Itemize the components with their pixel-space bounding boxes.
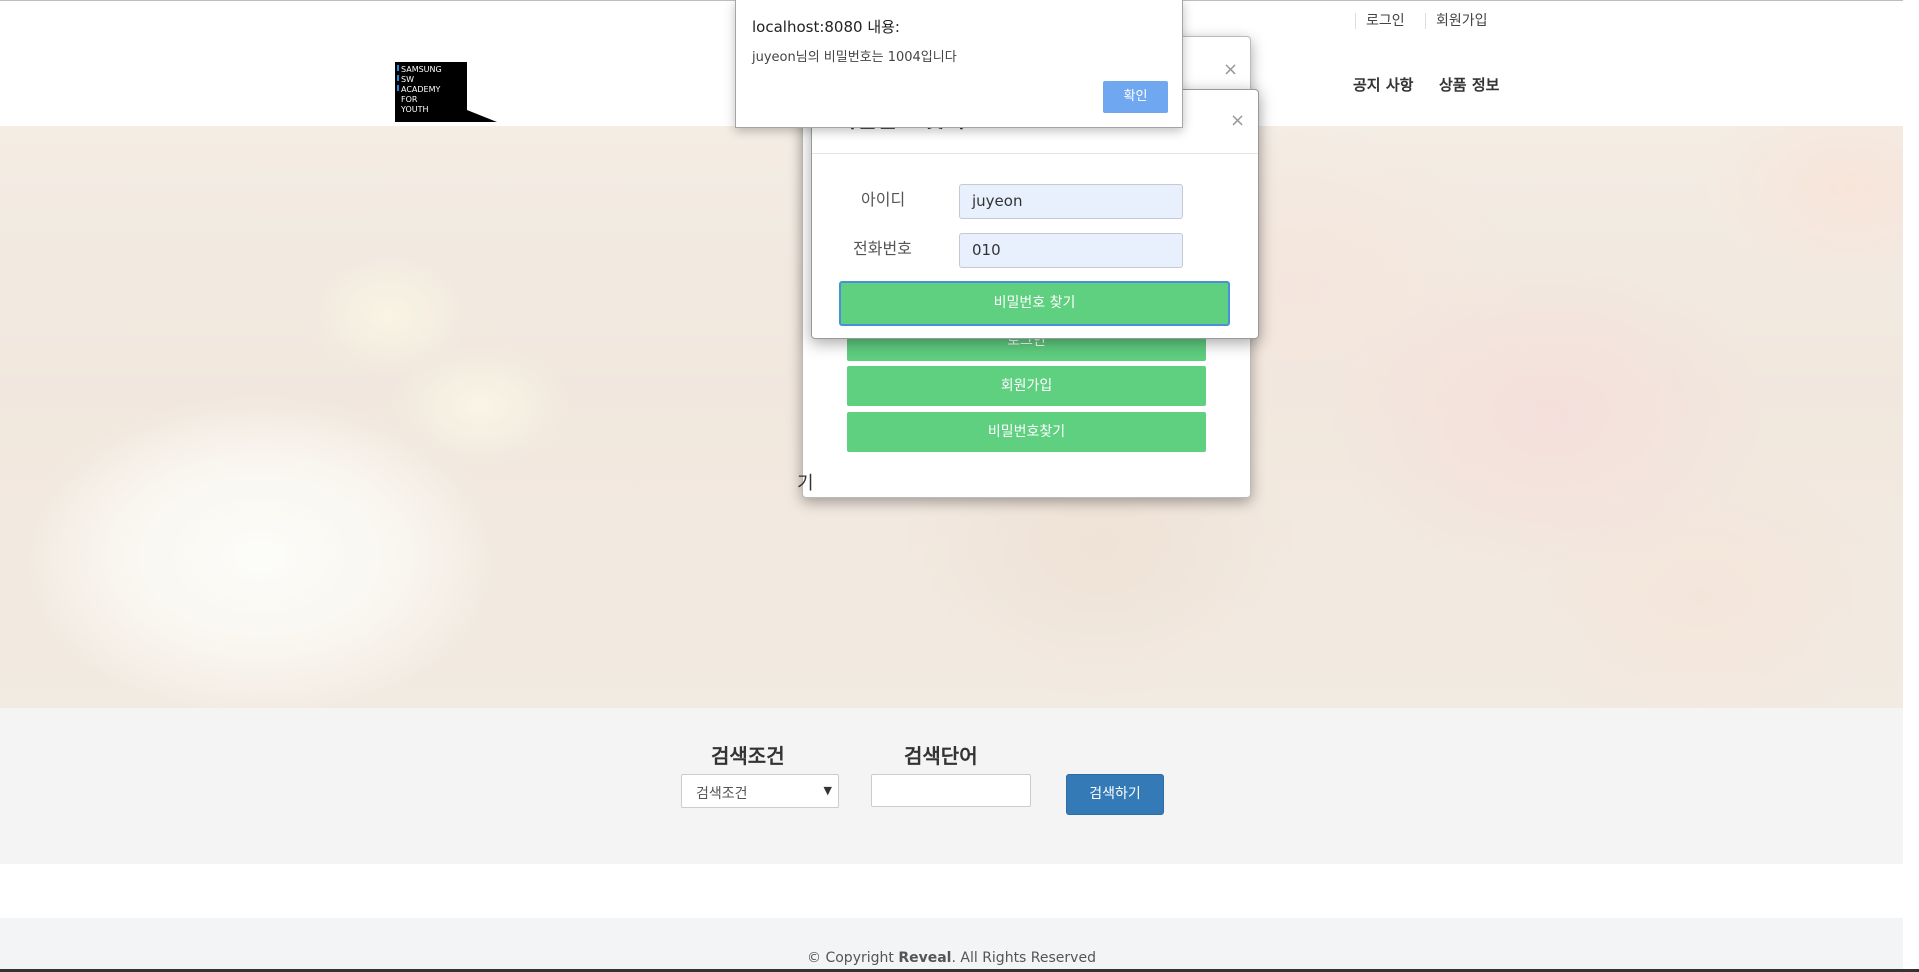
search-keyword-input[interactable] [871, 774, 1031, 807]
signup-link[interactable]: 회원가입 [1425, 13, 1488, 29]
find-password-close-icon[interactable]: × [1230, 110, 1245, 131]
login-modal-close-icon[interactable]: × [1223, 59, 1238, 80]
login-link[interactable]: 로그인 [1355, 13, 1405, 29]
search-keyword-label: 검색단어 [904, 744, 978, 768]
find-password-open-button[interactable]: 비밀번호찾기 [847, 412, 1206, 452]
samsung-academy-logo[interactable]: SAMSUNG SW ACADEMY FOR YOUTH [395, 62, 497, 122]
copyright-text: © Copyright Reveal. All Rights Reserved [0, 950, 1903, 966]
dropdown-arrow-icon: ▼ [823, 784, 832, 797]
alert-title: localhost:8080 내용: [752, 18, 900, 36]
browser-alert-dialog: localhost:8080 내용: juyeon님의 비밀번호는 1004입니… [735, 0, 1183, 128]
phone-input[interactable]: 010 [959, 233, 1183, 268]
partial-text: 기 [797, 473, 814, 494]
search-condition-label: 검색조건 [711, 744, 785, 768]
search-section: 검색조건 검색단어 검색조건 ▼ 검색하기 [0, 708, 1903, 864]
search-condition-select[interactable]: 검색조건 ▼ [681, 774, 839, 808]
nav-notice[interactable]: 공지 사항 [1353, 74, 1413, 95]
id-label: 아이디 [861, 190, 906, 209]
svg-text:FOR: FOR [401, 95, 418, 104]
svg-text:YOUTH: YOUTH [400, 105, 429, 114]
find-password-submit-button[interactable]: 비밀번호 찾기 [839, 281, 1230, 326]
copyright-prefix: © Copyright [807, 950, 899, 966]
phone-label: 전화번호 [853, 239, 912, 258]
alert-message: juyeon님의 비밀번호는 1004입니다 [752, 50, 957, 65]
svg-text:ACADEMY: ACADEMY [401, 85, 441, 94]
alert-ok-button[interactable]: 확인 [1103, 81, 1168, 113]
modal-signup-button[interactable]: 회원가입 [847, 366, 1206, 406]
id-input[interactable]: juyeon [959, 184, 1183, 219]
copyright-suffix: . All Rights Reserved [951, 950, 1096, 966]
copyright-brand: Reveal [898, 950, 952, 966]
svg-text:SAMSUNG: SAMSUNG [401, 65, 442, 74]
svg-text:SW: SW [401, 75, 414, 84]
nav-product-info[interactable]: 상품 정보 [1439, 74, 1499, 95]
search-button[interactable]: 검색하기 [1066, 774, 1164, 815]
footer: © Copyright Reveal. All Rights Reserved [0, 918, 1903, 972]
search-condition-value: 검색조건 [696, 786, 748, 802]
